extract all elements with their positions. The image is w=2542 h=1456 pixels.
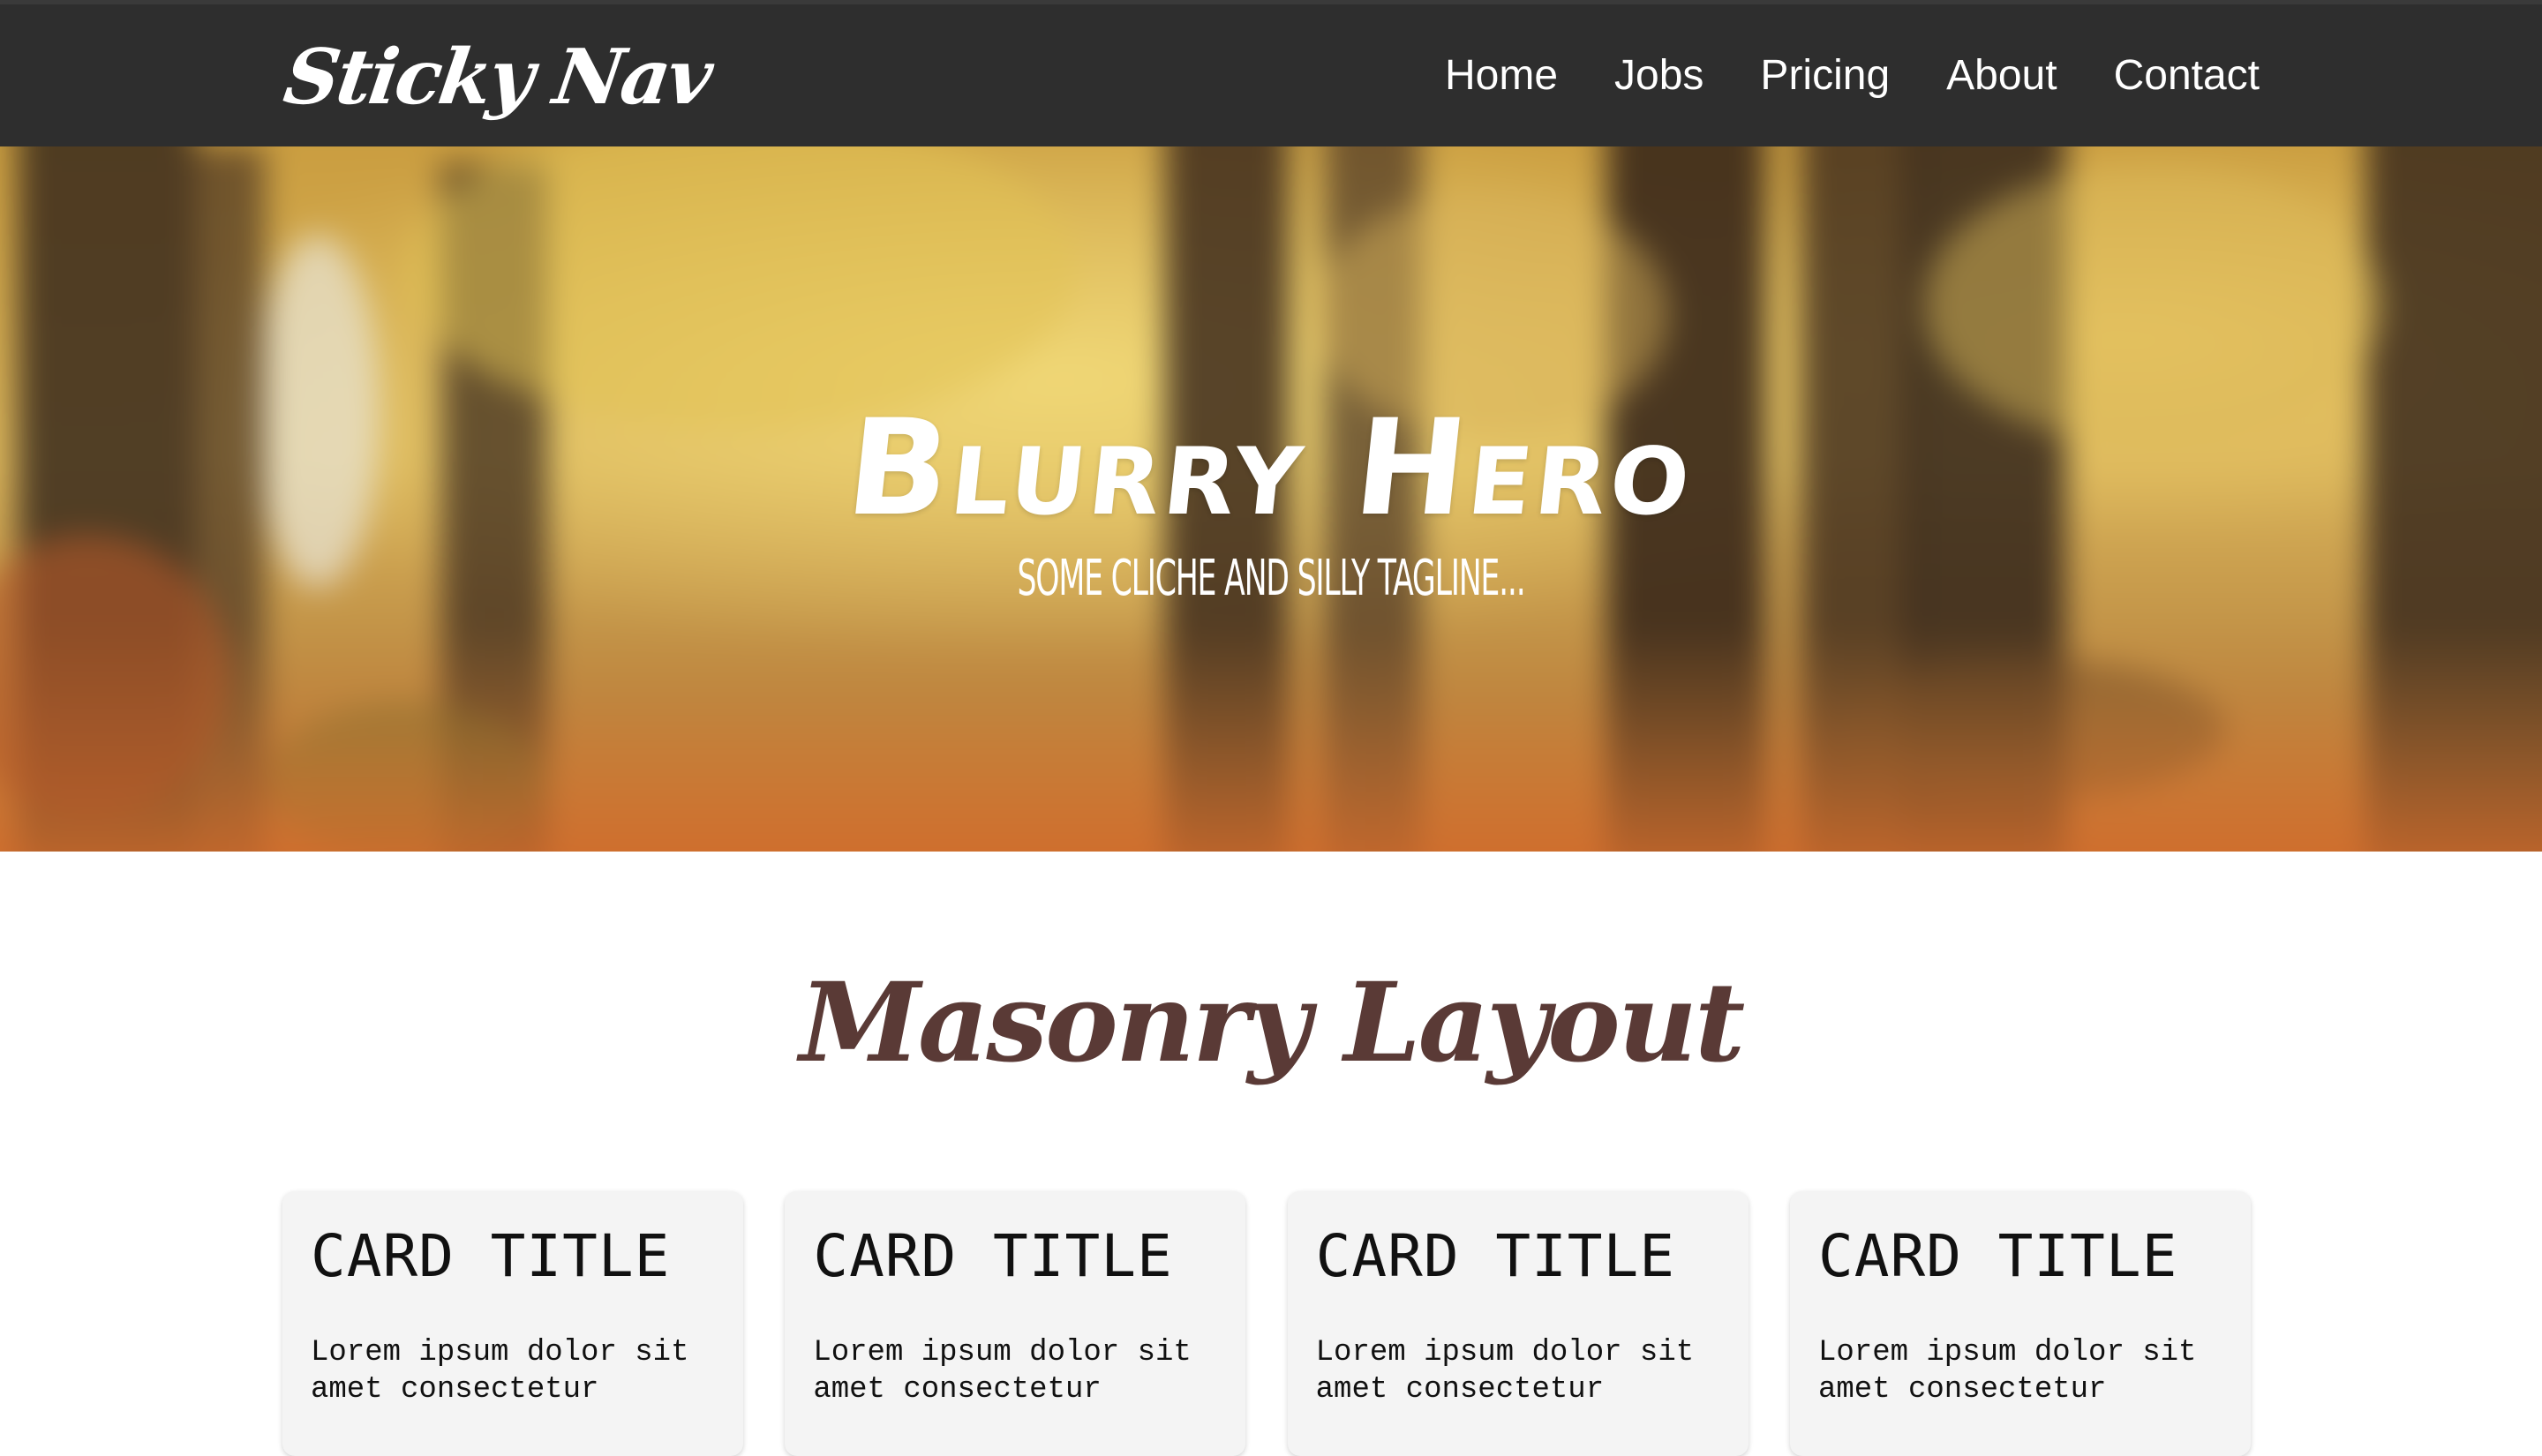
- card-title: CARD TITLE: [1315, 1222, 1676, 1290]
- hero-tagline: Some cliche and silly tagline...: [1017, 550, 1525, 607]
- sticky-nav-bar: Sticky Nav Home Jobs Pricing About Conta…: [0, 0, 2542, 146]
- card[interactable]: CARD TITLE Lorem ipsum dolor sit amet co…: [785, 1191, 1246, 1456]
- card-grid: CARD TITLE Lorem ipsum dolor sit amet co…: [282, 1191, 2251, 1456]
- card[interactable]: CARD TITLE Lorem ipsum dolor sit amet co…: [1287, 1191, 1749, 1456]
- card-title: CARD TITLE: [311, 1222, 671, 1290]
- card-title: CARD TITLE: [813, 1222, 1173, 1290]
- hero-title: Blurry Hero: [839, 392, 1703, 545]
- nav-link-contact[interactable]: Contact: [2114, 51, 2260, 100]
- section-title: Masonry Layout: [799, 959, 1746, 1087]
- card-body: Lorem ipsum dolor sit amet consectetur: [1817, 1336, 2197, 1407]
- hero-section: Blurry Hero Some cliche and silly taglin…: [0, 146, 2542, 852]
- nav-link-pricing[interactable]: Pricing: [1760, 51, 1890, 100]
- card-body: Lorem ipsum dolor sit amet consectetur: [311, 1336, 689, 1407]
- card-body: Lorem ipsum dolor sit amet consectetur: [1315, 1336, 1695, 1407]
- card[interactable]: CARD TITLE Lorem ipsum dolor sit amet co…: [282, 1191, 743, 1456]
- nav-link-home[interactable]: Home: [1445, 51, 1558, 100]
- card[interactable]: CARD TITLE Lorem ipsum dolor sit amet co…: [1789, 1191, 2251, 1456]
- site-logo[interactable]: Sticky Nav: [278, 29, 716, 126]
- nav-links: Home Jobs Pricing About Contact: [1388, 4, 2260, 146]
- card-title: CARD TITLE: [1817, 1222, 2178, 1290]
- nav-link-jobs[interactable]: Jobs: [1614, 51, 1703, 100]
- nav-link-about[interactable]: About: [1946, 51, 2057, 100]
- card-body: Lorem ipsum dolor sit amet consectetur: [813, 1336, 1192, 1407]
